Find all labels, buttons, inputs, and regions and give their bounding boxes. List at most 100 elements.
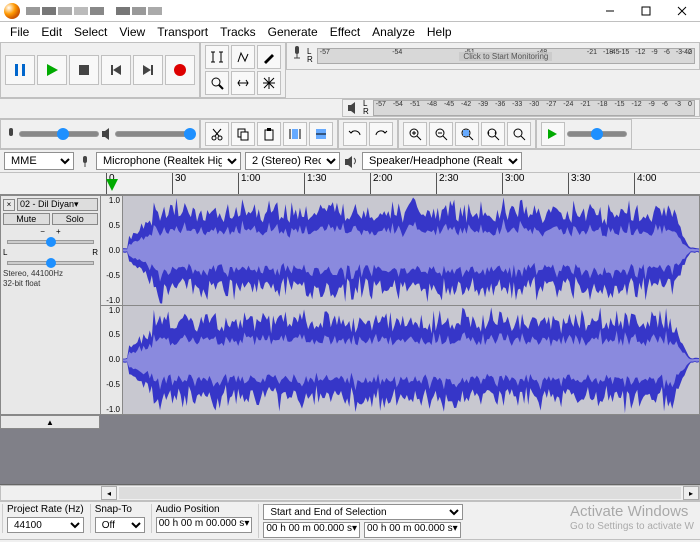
pan-slider[interactable] bbox=[7, 261, 94, 265]
trim-button[interactable] bbox=[283, 122, 307, 146]
tools-toolbar bbox=[200, 42, 286, 98]
waveform-channel-right[interactable]: 1.00.50.0-0.5-1.0 bbox=[101, 306, 699, 415]
zoom-tool[interactable] bbox=[205, 71, 229, 95]
edit-toolbar bbox=[200, 119, 338, 149]
app-icon bbox=[4, 3, 20, 19]
transport-toolbar bbox=[0, 42, 200, 98]
menu-select[interactable]: Select bbox=[68, 23, 113, 41]
waveform-channel-left[interactable]: 1.00.50.0-0.5-1.0 bbox=[101, 196, 699, 306]
menu-analyze[interactable]: Analyze bbox=[366, 23, 421, 41]
device-toolbar: MME Microphone (Realtek High 2 (Stereo) … bbox=[0, 150, 700, 173]
menu-file[interactable]: File bbox=[4, 23, 35, 41]
play-volume-slider[interactable] bbox=[115, 131, 195, 137]
speaker-icon bbox=[347, 100, 359, 116]
meter-channel-labels: LR bbox=[307, 48, 313, 64]
record-volume-slider[interactable] bbox=[19, 131, 99, 137]
menu-help[interactable]: Help bbox=[421, 23, 458, 41]
menu-generate[interactable]: Generate bbox=[262, 23, 324, 41]
record-channels-select[interactable]: 2 (Stereo) Recor bbox=[245, 152, 340, 170]
track-control-panel: × 02 - Dil Diyan▾ Mute Solo − + LR Stere… bbox=[1, 196, 101, 414]
selection-toolbar: Project Rate (Hz) 44100 Snap-To Off Audi… bbox=[0, 501, 700, 539]
redo-button[interactable] bbox=[369, 122, 393, 146]
play-button[interactable] bbox=[37, 55, 67, 85]
title-blur bbox=[26, 7, 162, 15]
playback-speed-slider[interactable] bbox=[567, 131, 627, 137]
audio-host-select[interactable]: MME bbox=[4, 152, 74, 170]
toolbar-row-1b: LR -57-54-51 -48-45-42 -39-36-33 -30-27-… bbox=[0, 99, 700, 119]
menu-tracks[interactable]: Tracks bbox=[214, 23, 262, 41]
multi-tool[interactable] bbox=[257, 71, 281, 95]
record-button[interactable] bbox=[165, 55, 195, 85]
undo-toolbar bbox=[338, 119, 398, 149]
timeshift-tool[interactable] bbox=[231, 71, 255, 95]
scroll-left-button[interactable]: ◂ bbox=[101, 486, 117, 500]
menu-effect[interactable]: Effect bbox=[324, 23, 366, 41]
fit-selection-button[interactable] bbox=[455, 122, 479, 146]
mute-button[interactable]: Mute bbox=[3, 213, 50, 225]
cut-button[interactable] bbox=[205, 122, 229, 146]
audio-position-field[interactable]: 00 h 00 m 00.000 s▾ bbox=[156, 517, 253, 533]
menu-transport[interactable]: Transport bbox=[151, 23, 214, 41]
mic-icon bbox=[291, 44, 303, 68]
scroll-right-button[interactable]: ▸ bbox=[683, 486, 699, 500]
horizontal-scrollbar[interactable]: ◂ ▸ bbox=[0, 485, 700, 501]
zoom-out-button[interactable] bbox=[429, 122, 453, 146]
playback-meter[interactable]: LR -57-54-51 -48-45-42 -39-36-33 -30-27-… bbox=[342, 99, 700, 117]
minimize-button[interactable] bbox=[592, 0, 628, 22]
track-close-button[interactable]: × bbox=[3, 199, 15, 211]
menu-edit[interactable]: Edit bbox=[35, 23, 68, 41]
copy-button[interactable] bbox=[231, 122, 255, 146]
timeline-ruler[interactable]: 0 30 1:00 1:30 2:00 2:30 3:00 3:30 4:00 bbox=[0, 173, 700, 195]
speaker-icon bbox=[344, 154, 358, 168]
selection-mode-select[interactable]: Start and End of Selection bbox=[263, 504, 463, 520]
draw-tool[interactable] bbox=[257, 45, 281, 69]
play-at-speed-toolbar bbox=[536, 119, 632, 149]
toolbar-row-2 bbox=[0, 119, 700, 150]
silence-button[interactable] bbox=[309, 122, 333, 146]
speaker-icon bbox=[101, 126, 113, 142]
mixer-toolbar bbox=[0, 119, 200, 149]
gain-slider[interactable] bbox=[7, 240, 94, 244]
zoom-toolbar bbox=[398, 119, 536, 149]
menu-view[interactable]: View bbox=[113, 23, 151, 41]
fit-project-button[interactable] bbox=[481, 122, 505, 146]
project-rate-select[interactable]: 44100 bbox=[7, 517, 84, 533]
amplitude-scale: 1.00.50.0-0.5-1.0 bbox=[101, 196, 123, 305]
solo-button[interactable]: Solo bbox=[52, 213, 99, 225]
title-bar bbox=[0, 0, 700, 22]
play-meter-channel-labels: LR bbox=[363, 100, 369, 116]
snap-to-select[interactable]: Off bbox=[95, 517, 145, 533]
menu-bar: File Edit Select View Transport Tracks G… bbox=[0, 22, 700, 42]
undo-button[interactable] bbox=[343, 122, 367, 146]
track-name-dropdown[interactable]: 02 - Dil Diyan▾ bbox=[17, 198, 98, 211]
pause-button[interactable] bbox=[5, 55, 35, 85]
close-button[interactable] bbox=[664, 0, 700, 22]
audio-position-label: Audio Position bbox=[156, 504, 253, 515]
mic-icon bbox=[5, 126, 17, 142]
selection-end-field[interactable]: 00 h 00 m 00.000 s▾ bbox=[364, 522, 461, 538]
envelope-tool[interactable] bbox=[231, 45, 255, 69]
paste-button[interactable] bbox=[257, 122, 281, 146]
playback-device-select[interactable]: Speaker/Headphone (Realt bbox=[362, 152, 522, 170]
stop-button[interactable] bbox=[69, 55, 99, 85]
track-format-info: Stereo, 44100Hz 32-bit float bbox=[3, 269, 98, 289]
selection-tool[interactable] bbox=[205, 45, 229, 69]
selection-start-field[interactable]: 00 h 00 m 00.000 s▾ bbox=[263, 522, 360, 538]
track-collapse-button[interactable]: ▲ bbox=[0, 415, 100, 429]
watermark-text: Activate Windows Go to Settings to activ… bbox=[570, 504, 694, 534]
snap-to-label: Snap-To bbox=[95, 504, 145, 515]
zoom-in-button[interactable] bbox=[403, 122, 427, 146]
toolbar-row-1: LR -57-54-51 -48-45-42 Click to Start Mo… bbox=[0, 42, 700, 99]
record-meter[interactable]: LR -57-54-51 -48-45-42 Click to Start Mo… bbox=[286, 42, 700, 70]
track-area: × 02 - Dil Diyan▾ Mute Solo − + LR Stere… bbox=[0, 195, 700, 485]
audio-track: × 02 - Dil Diyan▾ Mute Solo − + LR Stere… bbox=[0, 195, 700, 415]
mic-icon bbox=[78, 154, 92, 168]
maximize-button[interactable] bbox=[628, 0, 664, 22]
skip-end-button[interactable] bbox=[133, 55, 163, 85]
record-device-select[interactable]: Microphone (Realtek High bbox=[96, 152, 241, 170]
play-at-speed-button[interactable] bbox=[541, 122, 565, 146]
skip-start-button[interactable] bbox=[101, 55, 131, 85]
zoom-toggle-button[interactable] bbox=[507, 122, 531, 146]
project-rate-label: Project Rate (Hz) bbox=[7, 504, 84, 515]
amplitude-scale: 1.00.50.0-0.5-1.0 bbox=[101, 306, 123, 415]
